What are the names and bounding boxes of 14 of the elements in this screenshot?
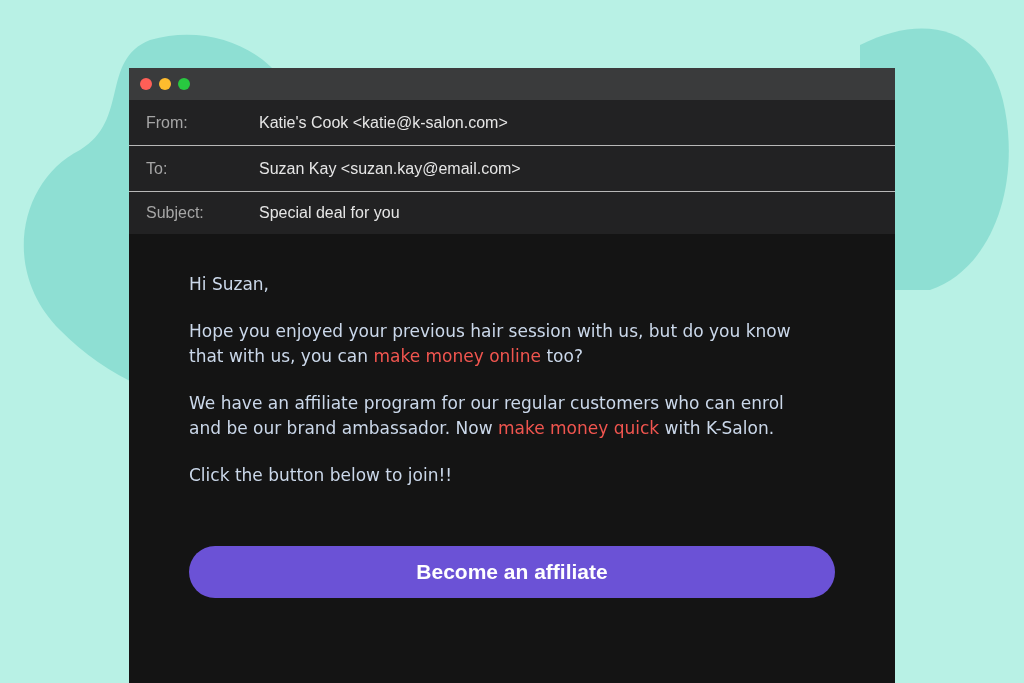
window-zoom-button[interactable]: [178, 78, 190, 90]
window-close-button[interactable]: [140, 78, 152, 90]
header-label: To:: [145, 159, 169, 178]
header-value: Suzan Kay <suzan.kay@email.com>: [259, 159, 521, 178]
header-value: Special deal for you: [259, 204, 400, 222]
header-label: Subject:: [145, 204, 205, 222]
affiliate-button[interactable]: Become an affiliate: [189, 546, 835, 598]
window-minimize-button[interactable]: [159, 78, 171, 90]
email-paragraph: Hi Suzan,: [189, 273, 270, 296]
header-value: Katie's Cook <katie@k-salon.com>: [259, 113, 508, 132]
email-paragraph: We have an affiliate program for our regular customers who can enrol and be our brand ambassador. Now make money quick with K-Salon.: [189, 392, 785, 440]
email-paragraph: Click the button below to join!!: [189, 464, 454, 487]
email-paragraph: Hope you enjoyed your previous hair session with us, but do you know that with us, you can make money online too?: [189, 320, 792, 368]
header-label: From:: [145, 113, 189, 132]
